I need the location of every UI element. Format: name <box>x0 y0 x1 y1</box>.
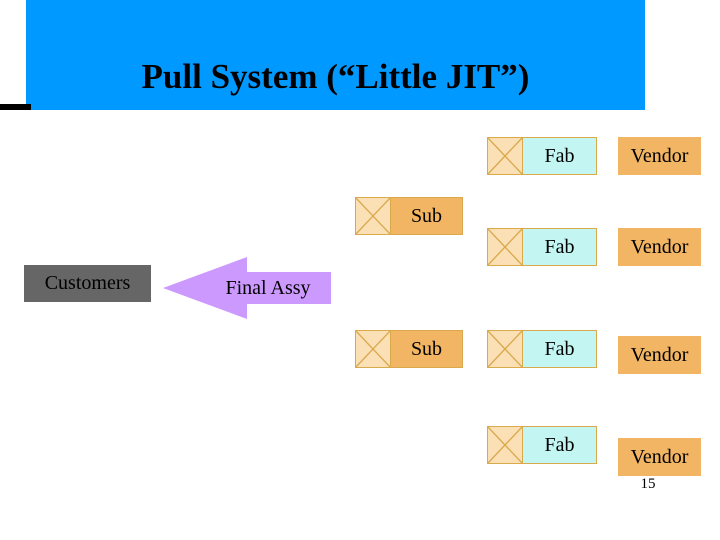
kanban-card-icon <box>487 426 523 464</box>
final-assembly-arrow[interactable]: Final Assy <box>163 257 331 319</box>
process-node-label: Fab <box>523 137 597 175</box>
kanban-card-icon <box>487 330 523 368</box>
customers-label: Customers <box>44 272 131 294</box>
kanban-card-icon <box>487 137 523 175</box>
vendor-box-2[interactable]: Vendor <box>618 228 701 266</box>
vendor-box-1[interactable]: Vendor <box>618 137 701 175</box>
process-node-label: Fab <box>523 426 597 464</box>
vendor-label: Vendor <box>630 144 689 167</box>
kanban-card-icon <box>355 330 391 368</box>
process-node-sub-1[interactable]: Sub <box>355 197 463 235</box>
kanban-card-icon <box>355 197 391 235</box>
final-assembly-label: Final Assy <box>225 276 311 299</box>
slide-canvas: Pull System (“Little JIT”) Fab Vendor Su… <box>0 0 720 540</box>
process-node-sub-2[interactable]: Sub <box>355 330 463 368</box>
process-node-label: Sub <box>391 197 463 235</box>
process-node-fab-4[interactable]: Fab <box>487 426 597 464</box>
vendor-label: Vendor <box>630 235 689 258</box>
process-node-label: Sub <box>391 330 463 368</box>
kanban-card-icon <box>487 228 523 266</box>
process-node-label: Fab <box>523 330 597 368</box>
customers-box[interactable]: Customers <box>24 265 151 302</box>
page-title: Pull System (“Little JIT”) <box>141 57 530 96</box>
process-node-fab-3[interactable]: Fab <box>487 330 597 368</box>
title-rule-accent <box>0 104 31 110</box>
process-node-fab-1[interactable]: Fab <box>487 137 597 175</box>
page-number: 15 <box>640 476 656 492</box>
process-node-label: Fab <box>523 228 597 266</box>
process-node-fab-2[interactable]: Fab <box>487 228 597 266</box>
vendor-label: Vendor <box>630 445 689 468</box>
vendor-box-4[interactable]: Vendor <box>618 438 701 476</box>
vendor-label: Vendor <box>630 343 689 366</box>
vendor-box-3[interactable]: Vendor <box>618 336 701 374</box>
